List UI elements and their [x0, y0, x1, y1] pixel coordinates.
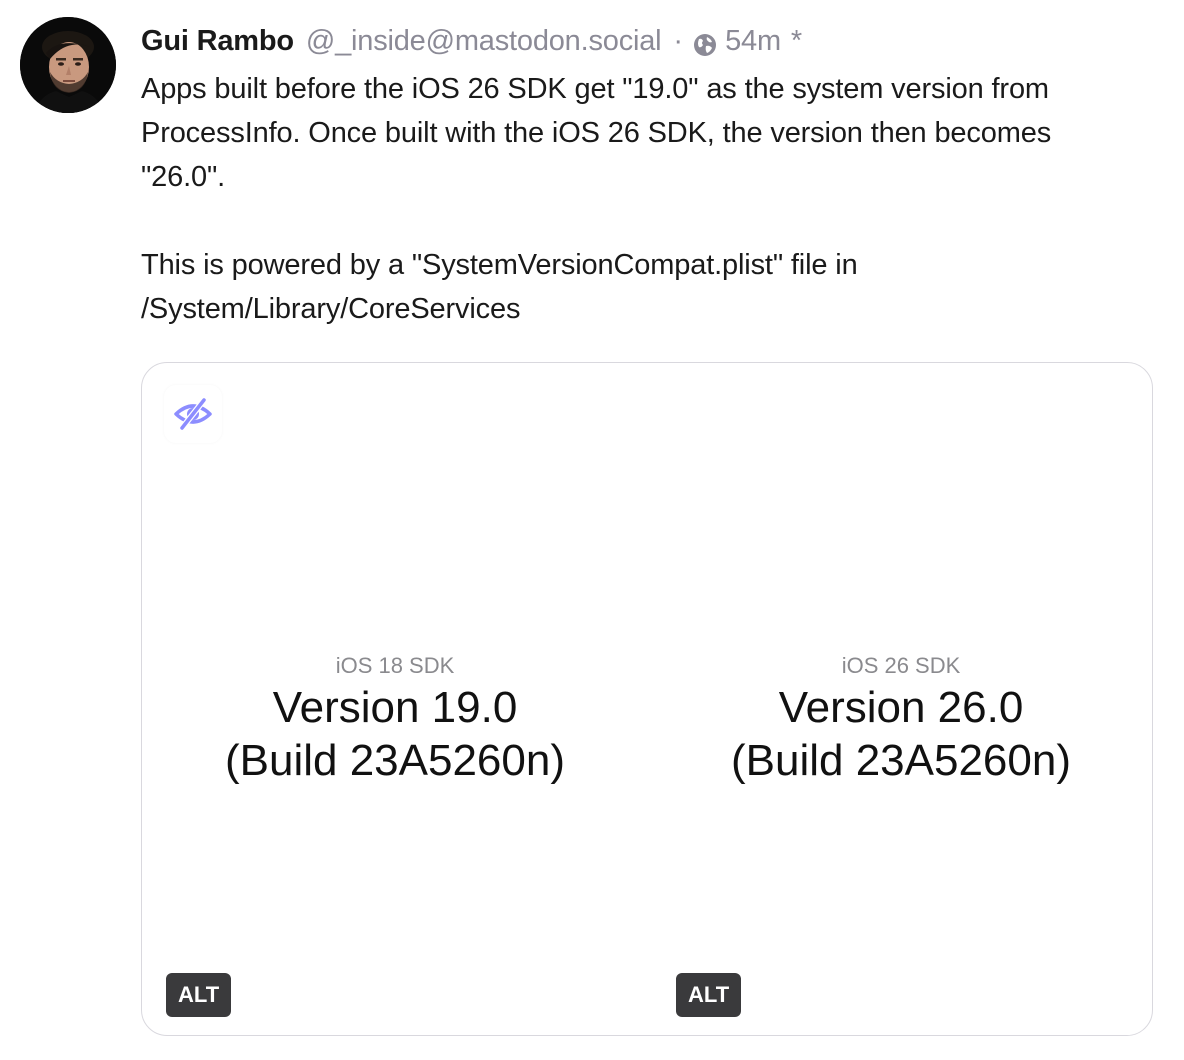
version-line: Version 26.0: [778, 683, 1024, 732]
version-line: Version 19.0: [272, 683, 518, 732]
avatar-image: [20, 17, 116, 113]
alt-badge[interactable]: ALT: [676, 973, 742, 1017]
status-header: Gui Rambo @_inside@mastodon.social · 54m…: [141, 22, 802, 60]
version-text: Version 19.0 (Build 23A5260n): [142, 681, 648, 787]
avatar[interactable]: [20, 17, 116, 113]
meta-separator: ·: [673, 25, 684, 57]
alt-badge[interactable]: ALT: [166, 973, 232, 1017]
media-attachments: iOS 18 SDK Version 19.0 (Build 23A5260n)…: [141, 362, 1153, 1036]
status-post: Gui Rambo @_inside@mastodon.social · 54m…: [0, 0, 1184, 1060]
post-paragraph-2: This is powered by a "SystemVersionCompa…: [141, 249, 858, 325]
author-handle[interactable]: @_inside@mastodon.social: [306, 22, 662, 60]
media-image-1[interactable]: iOS 18 SDK Version 19.0 (Build 23A5260n)…: [142, 363, 648, 1037]
globe-icon: [693, 29, 717, 56]
post-paragraph-1: Apps built before the iOS 26 SDK get "19…: [141, 73, 1052, 193]
post-timestamp[interactable]: 54m: [725, 22, 781, 60]
build-line: (Build 23A5260n): [224, 736, 565, 785]
sdk-label: iOS 18 SDK: [335, 653, 455, 678]
sdk-label: iOS 26 SDK: [841, 653, 961, 678]
media-image-2[interactable]: iOS 26 SDK Version 26.0 (Build 23A5260n)…: [648, 363, 1154, 1037]
post-content: Apps built before the iOS 26 SDK get "19…: [141, 67, 1141, 375]
author-display-name[interactable]: Gui Rambo: [141, 22, 294, 60]
version-text: Version 26.0 (Build 23A5260n): [648, 681, 1154, 787]
build-line: (Build 23A5260n): [730, 736, 1071, 785]
edited-marker: *: [790, 25, 803, 57]
